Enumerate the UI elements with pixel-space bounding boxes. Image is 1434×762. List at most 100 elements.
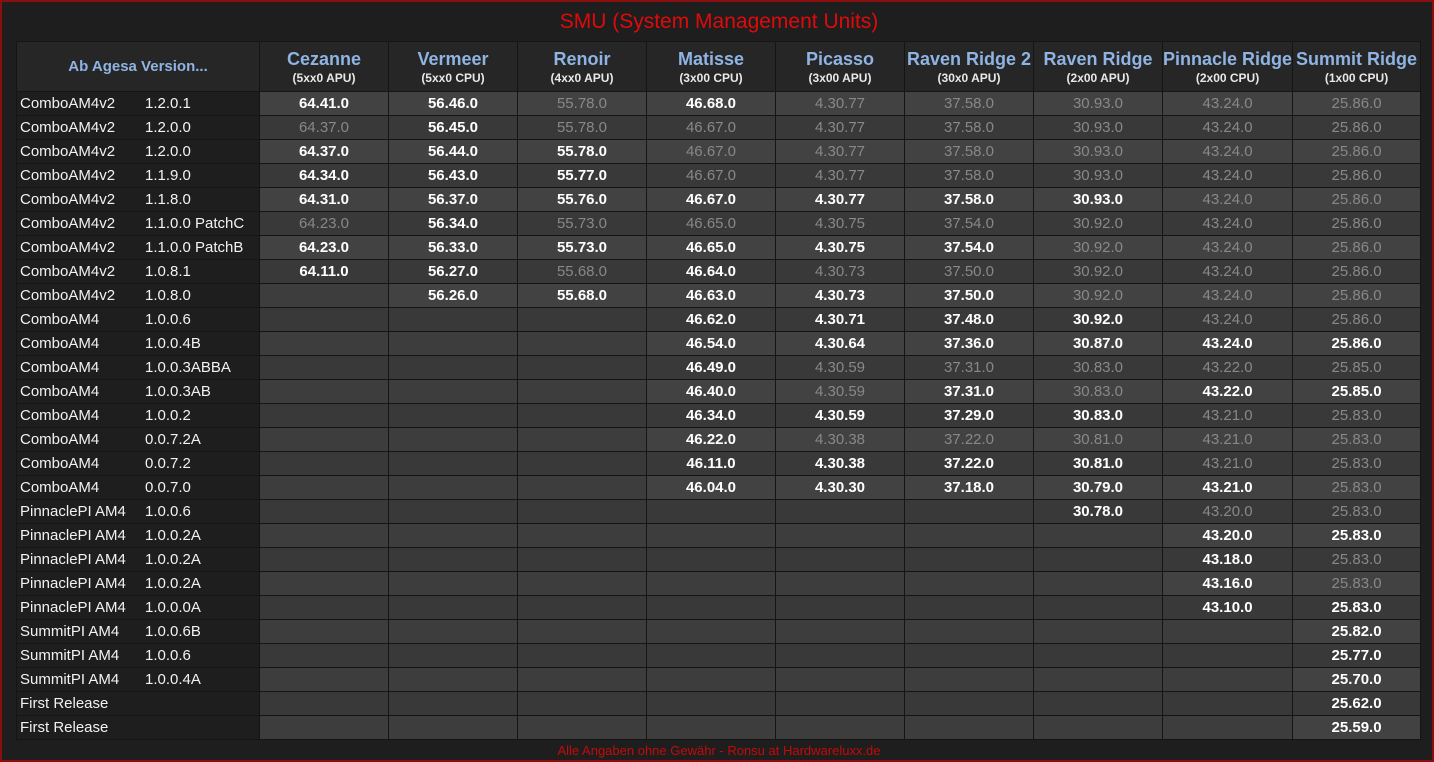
column-header: Renoir (4xx0 APU) [517,41,647,92]
smu-value-cell: 37.58.0 [904,139,1034,164]
smu-value-cell: 25.86.0 [1292,115,1422,140]
table-row: ComboAM4v2 1.1.0.0 PatchC 64.23.0 56.34.0 55… [16,211,1422,236]
footer-disclaimer: Alle Angaben ohne Gewähr - Ronsu at Hard… [557,743,881,758]
smu-value-cell: 55.68.0 [517,259,647,284]
board-name: ComboAM4 [20,407,100,424]
agesa-label-cell: ComboAM4v2 1.0.8.1 [16,259,260,284]
table-row: PinnaclePI AM4 1.0.0.2A 43.18.0 25.83.0 [16,547,1422,572]
agesa-version: 1.0.0.2 [145,407,191,424]
agesa-label-cell: ComboAM4v2 1.2.0.1 [16,91,260,116]
smu-value-cell: 25.82.0 [1292,619,1422,644]
agesa-version: 1.0.0.3AB [145,383,211,400]
smu-value-cell [517,715,647,740]
smu-value-cell: 55.76.0 [517,187,647,212]
agesa-label-cell: ComboAM4v2 1.2.0.0 [16,139,260,164]
agesa-version: 1.2.0.0 [145,143,191,160]
agesa-label-cell: First Release [16,715,260,740]
smu-value-cell [904,619,1034,644]
smu-value-cell [646,691,776,716]
agesa-version: 1.0.0.4A [145,671,201,688]
smu-value-cell [775,499,905,524]
board-name: PinnaclePI AM4 [20,503,126,520]
smu-value-cell [775,667,905,692]
smu-value-cell [1033,523,1163,548]
smu-value-cell [1033,547,1163,572]
smu-value-cell: 43.24.0 [1161,211,1294,236]
smu-value-cell [259,475,389,500]
column-header-name: Picasso [805,48,875,69]
table-row: ComboAM4 1.0.0.4B 46.54.0 4.30.64 37.36.0 30.… [16,331,1422,356]
agesa-label-cell: ComboAM4v2 1.1.0.0 PatchB [16,235,260,260]
smu-value-cell: 37.36.0 [904,331,1034,356]
agesa-label-cell: ComboAM4 0.0.7.2A [16,427,260,452]
column-header: Raven Ridge 2 (30x0 APU) [904,41,1034,92]
agesa-version: 1.0.0.4B [145,335,201,352]
table-row: ComboAM4 0.0.7.2 46.11.0 4.30.38 37.22.0 30.8… [16,451,1422,476]
smu-value-cell: 46.62.0 [646,307,776,332]
smu-value-cell: 43.24.0 [1161,187,1294,212]
table-row: ComboAM4 0.0.7.2A 46.22.0 4.30.38 37.22.0 30.… [16,427,1422,452]
smu-value-cell [388,307,518,332]
smu-value-cell [1033,667,1163,692]
smu-value-cell [259,451,389,476]
smu-value-cell: 4.30.59 [775,403,905,428]
smu-value-cell [388,379,518,404]
smu-value-cell: 30.79.0 [1033,475,1163,500]
agesa-label-cell: PinnaclePI AM4 1.0.0.0A [16,595,260,620]
smu-value-cell: 30.81.0 [1033,451,1163,476]
smu-value-cell: 37.31.0 [904,355,1034,380]
smu-value-cell: 30.92.0 [1033,283,1163,308]
smu-value-cell: 55.73.0 [517,211,647,236]
column-header-subtitle: (1x00 CPU) [1324,70,1389,85]
smu-value-cell: 4.30.38 [775,451,905,476]
smu-value-cell [517,595,647,620]
smu-value-cell: 56.26.0 [388,283,518,308]
smu-value-cell: 37.54.0 [904,211,1034,236]
smu-value-cell [775,571,905,596]
smu-value-cell [1033,691,1163,716]
smu-value-cell [259,355,389,380]
smu-value-cell [388,595,518,620]
smu-value-cell: 4.30.71 [775,307,905,332]
smu-value-cell: 30.83.0 [1033,355,1163,380]
smu-value-cell: 46.54.0 [646,331,776,356]
column-header: Pinnacle Ridge (2x00 CPU) [1161,41,1294,92]
smu-value-cell: 25.83.0 [1292,403,1422,428]
smu-value-cell [646,715,776,740]
smu-value-cell: 25.86.0 [1292,307,1422,332]
smu-value-cell: 46.67.0 [646,163,776,188]
smu-value-cell: 25.86.0 [1292,259,1422,284]
smu-value-cell [904,571,1034,596]
smu-value-cell: 37.31.0 [904,379,1034,404]
smu-value-cell: 37.58.0 [904,163,1034,188]
board-name: SummitPI AM4 [20,647,120,664]
smu-value-cell [1161,715,1294,740]
smu-value-cell: 25.86.0 [1292,283,1422,308]
smu-value-cell: 4.30.30 [775,475,905,500]
smu-value-cell: 37.50.0 [904,259,1034,284]
table-row: ComboAM4v2 1.2.0.1 64.41.0 56.46.0 55.78.0 46… [16,91,1422,116]
smu-value-cell: 4.30.38 [775,427,905,452]
table-body: ComboAM4v2 1.2.0.1 64.41.0 56.46.0 55.78.0 46… [16,91,1422,740]
column-header-subtitle: (30x0 APU) [937,70,1001,85]
smu-value-cell: 30.93.0 [1033,163,1163,188]
smu-value-cell [388,643,518,668]
smu-value-cell [904,595,1034,620]
column-header-name: Raven Ridge 2 [906,48,1032,69]
smu-value-cell: 25.86.0 [1292,91,1422,116]
smu-value-cell [517,523,647,548]
smu-value-cell: 43.16.0 [1161,571,1294,596]
smu-value-cell: 30.93.0 [1033,187,1163,212]
smu-value-cell [904,667,1034,692]
smu-value-cell [388,691,518,716]
table-row: First Release 25.59.0 [16,715,1422,740]
smu-value-cell [646,499,776,524]
smu-value-cell: 43.21.0 [1161,475,1294,500]
agesa-version: 1.2.0.0 [145,119,191,136]
smu-value-cell [388,403,518,428]
smu-value-cell: 25.83.0 [1292,427,1422,452]
smu-value-cell: 30.87.0 [1033,331,1163,356]
smu-value-cell [388,523,518,548]
window-frame: SMU (System Management Units) Ab Agesa V… [0,0,1434,762]
smu-value-cell: 43.21.0 [1161,451,1294,476]
